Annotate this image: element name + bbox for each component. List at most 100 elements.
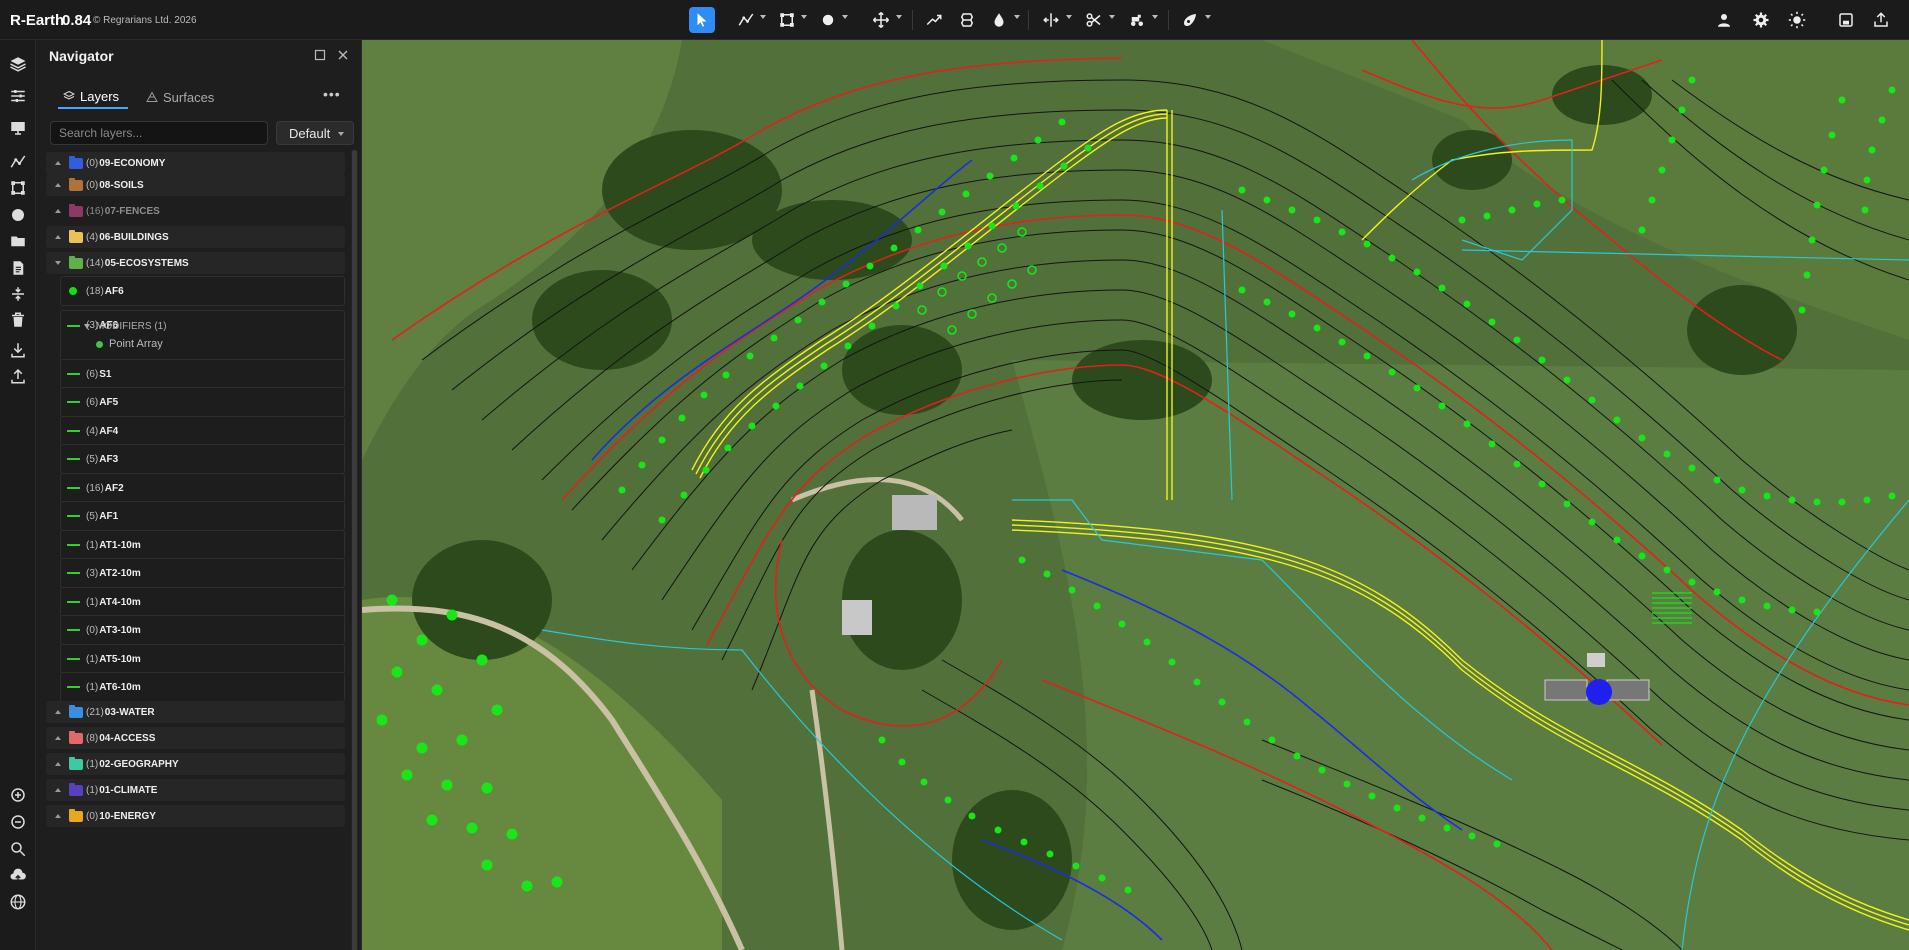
stack-icon [960,13,974,27]
save-button[interactable] [1835,7,1857,33]
layer-list-scrollbar[interactable] [351,150,358,950]
layer-item[interactable]: (16) AF2 [60,473,345,503]
select-tool-button[interactable] [689,7,715,33]
layer-item-af6-points[interactable]: (18) AF6 [60,276,345,306]
brush-icon [1184,14,1196,26]
point-tool-button[interactable] [817,7,839,33]
layers-stack-tool-button[interactable] [956,7,978,33]
collapse-toggle-icon[interactable] [55,161,61,165]
water-tool-caret[interactable] [1014,15,1020,19]
preset-select[interactable]: Default [276,121,354,145]
layer-item[interactable]: (5) AF1 [60,501,345,531]
layer-item[interactable]: (3) AT2-10m [60,558,345,588]
document-icon[interactable] [6,256,30,280]
vehicle-tool-button[interactable] [1126,7,1148,33]
polyline-icon[interactable] [6,150,30,174]
circle-icon[interactable] [6,203,30,227]
cloud-upload-icon[interactable] [6,863,30,887]
layer-name: AT4-10m [99,596,141,608]
layer-group-count: (0) [86,810,99,822]
modifier-point-array[interactable]: Point Array [96,338,163,350]
layer-item[interactable]: (1) AT4-10m [60,587,345,617]
layer-group-02-geography[interactable]: (1) 02-GEOGRAPHY [46,753,345,775]
export-button[interactable] [1870,7,1892,33]
nodes-icon[interactable] [6,176,30,200]
scrollbar-thumb[interactable] [352,150,357,950]
vehicle-tool-caret[interactable] [1152,15,1158,19]
layer-group-06-buildings[interactable]: (4) 06-BUILDINGS [46,226,345,248]
close-icon[interactable] [336,48,350,62]
search-icon[interactable] [6,837,30,861]
trash-icon[interactable] [6,308,30,332]
brush-tool-button[interactable] [1179,7,1201,33]
collapse-toggle-icon[interactable] [55,235,61,239]
zoom-in-icon[interactable] [6,783,30,807]
point-tool-caret[interactable] [842,15,848,19]
layer-item[interactable]: (4) AF4 [60,416,345,446]
layer-item[interactable]: (6) AF5 [60,387,345,417]
line-tool-button[interactable] [735,7,757,33]
collapse-toggle-icon[interactable] [55,736,61,740]
layer-group-05-ecosystems[interactable]: (14) 05-ECOSYSTEMS [46,252,345,274]
collapse-toggle-icon[interactable] [55,183,61,187]
layer-group-07-fences[interactable]: (16) 07-FENCES [46,200,345,222]
layer-item[interactable]: (5) AF3 [60,444,345,474]
layer-item[interactable]: (1) AT1-10m [60,530,345,560]
adjust-icon[interactable] [6,282,30,306]
brush-tool-caret[interactable] [1205,15,1211,19]
line-symbol-icon [67,544,80,546]
layer-group-04-access[interactable]: (8) 04-ACCESS [46,727,345,749]
modifiers-toggle[interactable]: MODIFIERS (1) [70,321,167,332]
theme-button[interactable] [1786,7,1808,33]
line-tool-caret[interactable] [760,15,766,19]
layer-group-03-water[interactable]: (21) 03-WATER [46,701,345,723]
water-tool-button[interactable] [988,7,1010,33]
expand-toggle-icon[interactable] [55,261,61,265]
collapse-toggle-icon[interactable] [55,788,61,792]
layers-icon[interactable] [6,52,30,76]
sliders-icon[interactable] [6,84,30,108]
layer-group-count: (1) [86,758,99,770]
more-options-icon[interactable]: ••• [323,86,341,102]
layer-item[interactable]: (0) AT3-10m [60,615,345,645]
layer-item[interactable]: (1) AT6-10m [60,672,345,702]
move-tool-button[interactable] [870,7,892,33]
maximize-icon[interactable] [313,48,327,62]
tab-surfaces[interactable]: Surfaces [146,85,214,109]
shape-tool-button[interactable] [776,7,798,33]
layer-count: (3) [86,567,99,579]
layer-item[interactable]: (6) S1 [60,359,345,389]
layer-item[interactable]: (1) AT5-10m [60,644,345,674]
layer-group-09-economy[interactable]: (0) 09-ECONOMY [46,152,345,174]
layer-group-08-soils[interactable]: (0) 08-SOILS [46,174,345,196]
split-tool-button[interactable] [1040,7,1062,33]
download-icon[interactable] [6,338,30,362]
settings-button[interactable] [1750,7,1772,33]
map-canvas[interactable] [362,40,1909,950]
layer-group-10-energy[interactable]: (0) 10-ENERGY [46,805,345,827]
move-tool-caret[interactable] [896,15,902,19]
folder-icon [69,782,83,796]
split-tool-caret[interactable] [1066,15,1072,19]
layer-count: (18) [86,285,104,297]
collapse-toggle-icon[interactable] [55,710,61,714]
collapse-toggle-icon[interactable] [55,814,61,818]
layer-list: (0) 09-ECONOMY (0) 08-SOILS (16) 07-FENC… [46,150,346,950]
upload-icon[interactable] [6,364,30,388]
account-button[interactable] [1713,7,1735,33]
globe-icon[interactable] [6,890,30,914]
collapse-toggle-icon[interactable] [55,209,61,213]
collapse-toggle-icon[interactable] [55,762,61,766]
zoom-out-icon[interactable] [6,810,30,834]
monitor-icon[interactable] [6,116,30,140]
search-layers-input[interactable] [50,121,268,145]
trend-tool-button[interactable] [923,7,945,33]
shape-tool-caret[interactable] [801,15,807,19]
map-view[interactable] [362,40,1909,950]
folder-icon[interactable] [6,229,30,253]
layer-group-01-climate[interactable]: (1) 01-CLIMATE [46,779,345,801]
layer-count: (5) [86,510,99,522]
cut-tool-caret[interactable] [1109,15,1115,19]
tab-layers[interactable]: Layers [58,85,128,109]
cut-tool-button[interactable] [1083,7,1105,33]
